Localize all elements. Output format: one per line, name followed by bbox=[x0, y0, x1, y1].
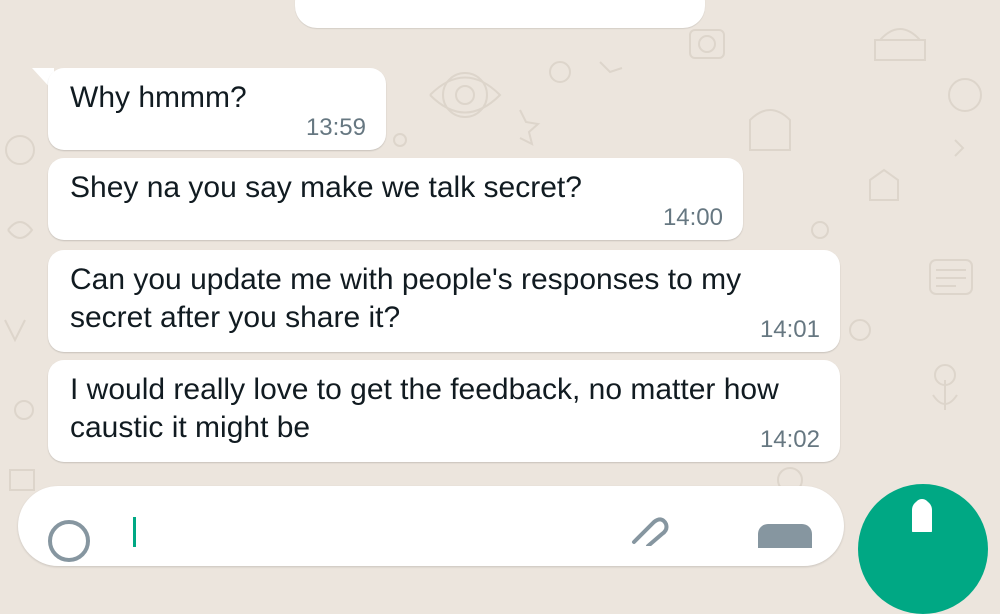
message-text: Why hmmm? bbox=[70, 81, 247, 114]
text-cursor bbox=[133, 517, 136, 547]
message-text: I would really love to get the feedback,… bbox=[70, 373, 779, 444]
message-timestamp: 14:02 bbox=[759, 426, 820, 453]
message-input-bar[interactable] bbox=[18, 486, 844, 566]
message-bubble[interactable]: Why hmmm? 13:59 bbox=[48, 68, 386, 150]
message-timestamp: 13:59 bbox=[305, 114, 366, 141]
emoji-icon[interactable] bbox=[46, 518, 92, 564]
mic-icon bbox=[912, 499, 932, 532]
date-header-pill bbox=[295, 0, 705, 28]
camera-icon[interactable] bbox=[756, 518, 816, 548]
message-bubble[interactable]: I would really love to get the feedback,… bbox=[48, 360, 840, 462]
voice-message-button[interactable] bbox=[858, 484, 988, 614]
message-text: Shey na you say make we talk secret? bbox=[70, 171, 582, 204]
message-bubble[interactable]: Shey na you say make we talk secret? 14:… bbox=[48, 158, 743, 240]
message-text: Can you update me with people's response… bbox=[70, 263, 742, 334]
attach-icon[interactable] bbox=[628, 516, 672, 546]
message-timestamp: 14:01 bbox=[759, 316, 820, 343]
message-bubble[interactable]: Can you update me with people's response… bbox=[48, 250, 840, 352]
message-timestamp: 14:00 bbox=[662, 204, 723, 231]
